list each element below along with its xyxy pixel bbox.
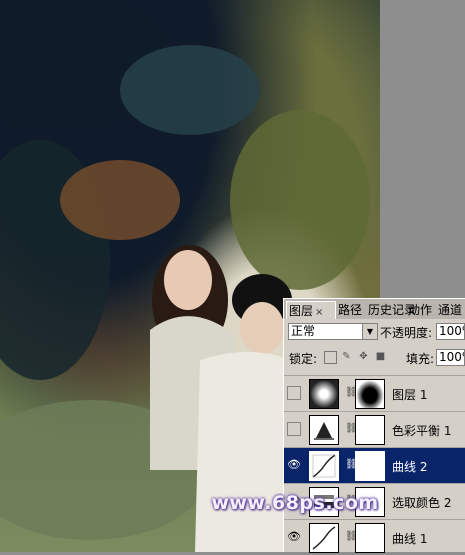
brush-icon[interactable]: ✎ xyxy=(341,351,352,362)
lock-transparent-pixels-icon[interactable] xyxy=(324,351,337,364)
layer-mask-thumbnail xyxy=(355,523,385,553)
canvas-background xyxy=(380,0,465,300)
visibility-toggle[interactable] xyxy=(287,422,301,436)
blend-mode-value: 正常 xyxy=(291,324,316,338)
eye-icon[interactable]: 👁 xyxy=(287,458,301,472)
gradient-mask-thumbnail xyxy=(309,379,339,409)
tab-layers-label: 图层 xyxy=(289,304,314,318)
tab-layers[interactable]: 图层 × xyxy=(286,301,336,319)
opacity-label: 不透明度: xyxy=(380,326,433,340)
tab-paths[interactable]: 路径 xyxy=(336,301,366,319)
tab-actions[interactable]: 动作 xyxy=(406,301,436,319)
fill-field[interactable]: 100% xyxy=(436,349,465,366)
layer-name: 曲线 1 xyxy=(392,532,428,546)
layer-row-color-balance[interactable]: ⛓ 色彩平衡 1 xyxy=(284,411,465,447)
tab-history[interactable]: 历史记录 xyxy=(366,301,416,319)
layer-name: 色彩平衡 1 xyxy=(392,424,452,438)
close-icon[interactable]: × xyxy=(315,307,323,318)
visibility-toggle[interactable] xyxy=(287,386,301,400)
layer-mask-thumbnail xyxy=(355,415,385,445)
fill-label: 填充: xyxy=(406,352,435,366)
layer-row-curves2[interactable]: 👁 ⛓ 曲线 2 xyxy=(284,447,465,483)
chevron-down-icon[interactable]: ▼ xyxy=(362,324,377,339)
layer-row-curves1[interactable]: 👁 ⛓ 曲线 1 xyxy=(284,519,465,553)
layer-mask-thumbnail xyxy=(355,379,385,409)
color-balance-icon xyxy=(309,415,339,445)
curves-icon xyxy=(309,451,339,481)
eye-icon[interactable]: 👁 xyxy=(287,530,301,544)
lock-label: 锁定: xyxy=(289,352,318,366)
layer-name: 图层 1 xyxy=(392,388,428,402)
curves-icon xyxy=(309,523,339,553)
move-icon[interactable]: ✥ xyxy=(358,351,369,362)
layer-name: 选取颜色 2 xyxy=(392,496,452,510)
lock-icon[interactable]: ■ xyxy=(375,351,386,362)
site-watermark: www.68ps.com xyxy=(211,492,379,514)
blend-mode-select[interactable]: 正常 ▼ xyxy=(288,323,378,340)
layer-name: 曲线 2 xyxy=(392,460,428,474)
opacity-field[interactable]: 100% xyxy=(436,323,465,340)
tab-channels[interactable]: 通道 xyxy=(436,301,465,319)
panel-tab-bar: 图层 × 路径 历史记录 动作 通道 xyxy=(284,299,465,319)
layer-row-layer1[interactable]: ⛓ 图层 1 xyxy=(284,375,465,411)
layer-mask-thumbnail xyxy=(355,451,385,481)
